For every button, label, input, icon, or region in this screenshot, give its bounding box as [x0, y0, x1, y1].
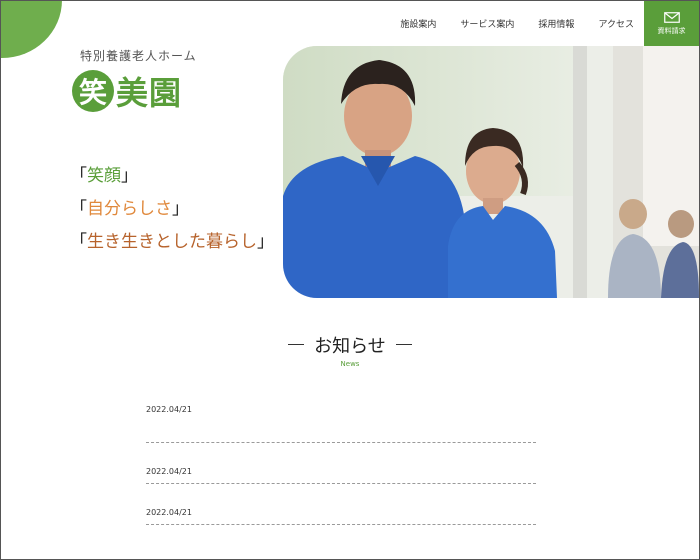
tagline-line-2: 「自分らしさ」 — [70, 199, 189, 219]
nav-item-services[interactable]: サービス案内 — [460, 17, 514, 30]
site-logo[interactable]: 特別養護老人ホーム 笑 美園 — [72, 47, 202, 114]
tagline-line-1: 「笑顔」 — [70, 166, 138, 186]
doc-request-label: 資料請求 — [657, 26, 686, 35]
nav-item-access[interactable]: アクセス — [598, 17, 634, 30]
news-date: 2022.04/21 — [146, 467, 192, 476]
news-item[interactable]: 2022.04/21 — [146, 484, 536, 525]
news-date: 2022.04/21 — [146, 508, 192, 517]
mail-icon — [663, 11, 680, 23]
title-dash-right — [395, 344, 412, 345]
logo-wordmark: 笑 美園 — [72, 68, 202, 114]
news-date: 2022.04/21 — [146, 405, 192, 414]
news-list: 2022.04/21 2022.04/21 2022.04/21 — [146, 402, 536, 525]
title-dash-left — [288, 344, 305, 345]
news-title-text: お知らせ — [314, 335, 386, 357]
doc-request-button[interactable]: 資料請求 — [644, 1, 699, 46]
logo-name: 美園 — [116, 74, 183, 112]
news-item[interactable]: 2022.04/21 — [146, 402, 536, 443]
logo-mark: 笑 — [72, 70, 114, 112]
hero-tagline: 「笑顔」 「自分らしさ」 「生き生きとした暮らし」 — [70, 160, 274, 259]
news-title: お知らせ — [288, 332, 412, 358]
caregivers-illustration — [283, 46, 699, 298]
logo-subtitle: 特別養護老人ホーム — [80, 49, 197, 63]
nav-item-facility[interactable]: 施設案内 — [400, 17, 436, 30]
news-section-header: お知らせ News — [0, 330, 700, 368]
main-nav: 施設案内 サービス案内 採用情報 アクセス — [400, 0, 634, 46]
hero-photo — [283, 46, 699, 298]
corner-decoration — [0, 0, 62, 58]
news-subtitle: News — [340, 359, 360, 368]
nav-item-recruit[interactable]: 採用情報 — [538, 17, 574, 30]
news-item[interactable]: 2022.04/21 — [146, 443, 536, 484]
tagline-line-3: 「生き生きとした暮らし」 — [70, 232, 274, 252]
